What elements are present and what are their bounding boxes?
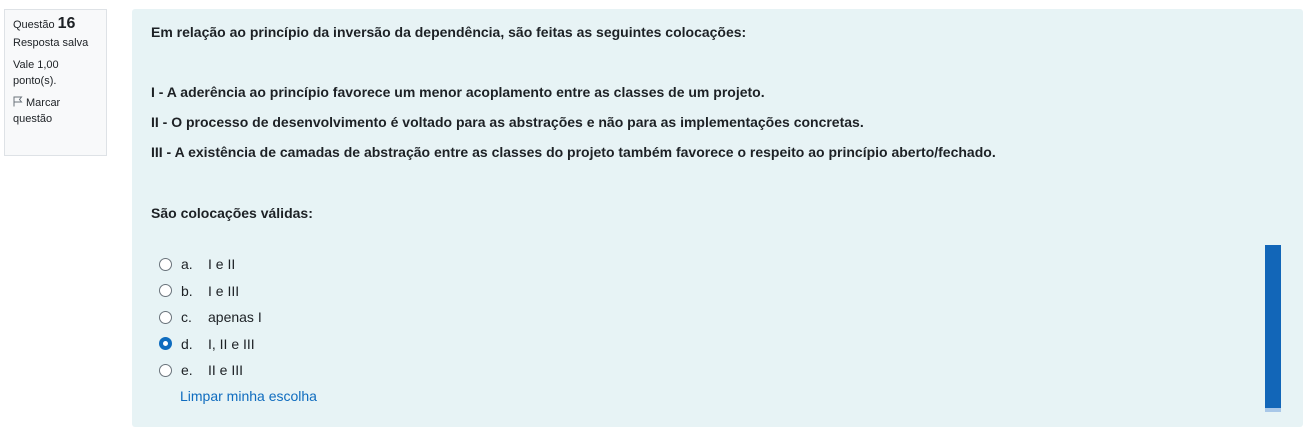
option-letter: a.	[181, 256, 193, 273]
flag-icon	[13, 96, 23, 107]
grade-line-1: Vale 1,00	[13, 59, 59, 71]
option-letter: e.	[181, 362, 193, 379]
answer-options: a. I e II b. I e III c. apenas I d. I, I…	[159, 251, 317, 404]
option-letter: b.	[181, 282, 193, 299]
grade-line-2: ponto(s).	[13, 75, 57, 87]
option-text: apenas I	[208, 309, 262, 326]
radio-button-d[interactable]	[159, 337, 172, 351]
option-text: I e III	[208, 282, 240, 299]
flag-question-link[interactable]: Marcar questão	[13, 95, 106, 127]
radio-button-c[interactable]	[159, 310, 172, 324]
answer-option-e[interactable]: e. II e III	[159, 357, 317, 384]
statement-1: I - A aderência ao princípio favorece um…	[151, 84, 765, 100]
option-letter: d.	[181, 335, 193, 352]
radio-button-a[interactable]	[159, 257, 172, 271]
flag-label-1: Marcar	[26, 97, 61, 109]
radio-button-b[interactable]	[159, 284, 172, 298]
question-prompt: São colocações válidas:	[151, 205, 313, 221]
radio-button-e[interactable]	[159, 363, 172, 377]
question-number-line: Questão 16	[13, 16, 106, 33]
statement-3: III - A existência de camadas de abstraç…	[151, 144, 996, 160]
clear-choice-link[interactable]: Limpar minha escolha	[180, 388, 317, 404]
question-grade: Vale 1,00 ponto(s).	[13, 57, 106, 89]
option-text: I, II e III	[208, 335, 255, 352]
answer-option-d[interactable]: d. I, II e III	[159, 331, 317, 358]
answer-option-c[interactable]: c. apenas I	[159, 304, 317, 331]
option-text: I e II	[208, 256, 236, 273]
question-formulation: Em relação ao princípio da inversão da d…	[132, 9, 1303, 427]
question-info-panel: Questão 16 Resposta salva Vale 1,00 pont…	[4, 9, 107, 156]
answer-option-b[interactable]: b. I e III	[159, 278, 317, 305]
statement-2: II - O processo de desenvolvimento é vol…	[151, 114, 864, 130]
question-number: 16	[57, 15, 76, 32]
option-text: II e III	[208, 362, 244, 379]
flag-label-2: questão	[13, 113, 53, 125]
answer-option-a[interactable]: a. I e II	[159, 251, 317, 278]
scrollbar-thumb[interactable]	[1265, 245, 1281, 412]
question-intro: Em relação ao princípio da inversão da d…	[151, 24, 747, 40]
question-state: Resposta salva	[13, 37, 89, 49]
question-label: Questão	[13, 19, 55, 31]
option-letter: c.	[181, 309, 192, 326]
